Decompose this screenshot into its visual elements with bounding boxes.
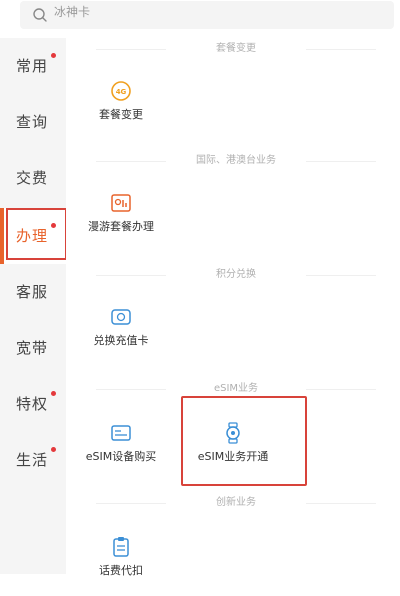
sidebar-item-label: 宽带 xyxy=(16,339,49,357)
sidebar-item-label: 常用 xyxy=(16,57,49,75)
notification-dot xyxy=(51,391,56,396)
tile-label: 兑换充值卡 xyxy=(93,334,149,347)
search-bar-container: 冰神卡 xyxy=(0,0,400,38)
sidebar-item-privilege[interactable]: 特权 xyxy=(0,376,66,432)
svg-text:4G: 4G xyxy=(116,88,127,96)
sidebar-item-label: 客服 xyxy=(16,283,49,301)
tile-esim-device-buy[interactable]: eSIM设备购买 xyxy=(66,422,176,482)
section-title-esim: eSIM业务 xyxy=(76,382,396,396)
esim-card-icon xyxy=(111,425,131,441)
clipboard-icon xyxy=(113,537,129,557)
card-icon xyxy=(111,309,131,325)
sidebar-item-service[interactable]: 客服 xyxy=(0,264,66,320)
search-placeholder: 冰神卡 xyxy=(54,5,91,19)
section-title-innovation: 创新业务 xyxy=(76,496,396,510)
notification-dot xyxy=(51,53,56,58)
tile-label: 套餐变更 xyxy=(99,108,143,121)
service-panel: 套餐变更 4G 套餐变更 国际、港澳台业务 漫游套餐办理 积分兑换 兑换充值卡 … xyxy=(66,38,400,577)
notification-dot xyxy=(51,447,56,452)
sidebar-item-query[interactable]: 查询 xyxy=(0,94,66,150)
sidebar-item-payment[interactable]: 交费 xyxy=(0,150,66,206)
active-indicator xyxy=(0,208,4,264)
esim-activate-highlight-box xyxy=(181,396,307,486)
section-title-international: 国际、港澳台业务 xyxy=(76,154,396,168)
category-sidebar: 常用 查询 交费 办理 客服 宽带 特权 生活 xyxy=(0,38,66,574)
tile-plan-change[interactable]: 4G 套餐变更 xyxy=(66,80,176,140)
tile-label: 漫游套餐办理 xyxy=(88,220,154,233)
sidebar-item-label: 交费 xyxy=(16,169,49,187)
4g-icon: 4G xyxy=(111,81,131,101)
sidebar-item-label: 查询 xyxy=(16,113,49,131)
tile-label: eSIM设备购买 xyxy=(85,450,157,463)
tile-redeem-card[interactable]: 兑换充值卡 xyxy=(66,306,176,366)
tile-roaming-plan[interactable]: 漫游套餐办理 xyxy=(66,192,176,252)
search-icon xyxy=(33,8,47,22)
sidebar-item-common[interactable]: 常用 xyxy=(0,38,66,94)
tile-label: 话费代扣 xyxy=(99,564,143,577)
selection-highlight-box xyxy=(6,208,67,260)
section-title-points: 积分兑换 xyxy=(76,268,396,282)
sidebar-item-label: 特权 xyxy=(16,395,49,413)
tile-bill-deduction[interactable]: 话费代扣 xyxy=(66,536,176,596)
roaming-icon xyxy=(111,194,131,212)
sidebar-item-life[interactable]: 生活 xyxy=(0,432,66,488)
section-title-plan-change: 套餐变更 xyxy=(76,42,396,56)
search-input[interactable]: 冰神卡 xyxy=(20,1,394,29)
sidebar-item-broadband[interactable]: 宽带 xyxy=(0,320,66,376)
sidebar-item-label: 生活 xyxy=(16,451,49,469)
